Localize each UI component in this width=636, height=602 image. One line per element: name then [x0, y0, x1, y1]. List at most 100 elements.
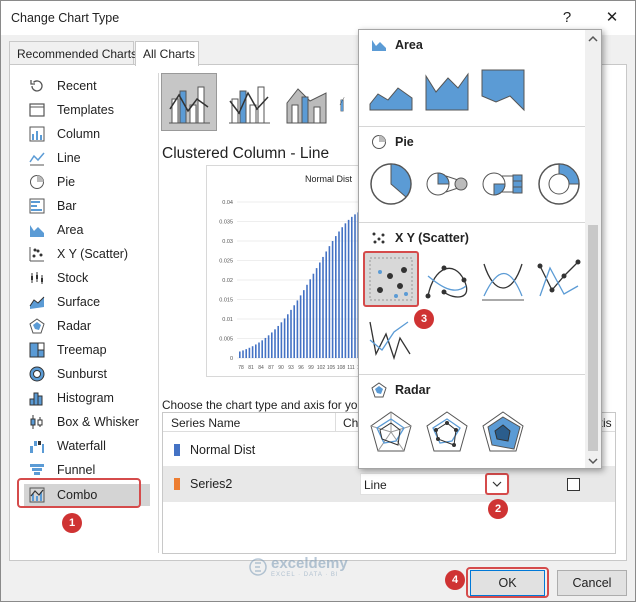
preview-y-tick: 0.025 [219, 259, 233, 265]
preview-x-tick: 102 [317, 365, 326, 371]
preview-bar [328, 246, 331, 358]
chevron-down-icon[interactable] [485, 473, 509, 495]
sidebar-item-recent[interactable]: Recent [24, 75, 150, 97]
preview-bar [293, 305, 295, 358]
thumb-stacked-area[interactable] [420, 62, 474, 116]
section-divider [359, 126, 587, 127]
preview-bar [251, 346, 254, 358]
sidebar-item-label: Templates [57, 103, 114, 117]
sidebar-item-label: Column [57, 127, 101, 141]
tab-recommended-charts[interactable]: Recommended Charts [9, 41, 137, 65]
preview-y-tick: 0.03 [222, 239, 233, 245]
scroll-up-icon[interactable] [585, 32, 601, 46]
preview-bar [258, 342, 260, 358]
thumb-doughnut[interactable] [532, 157, 586, 211]
preview-bar [341, 227, 343, 358]
section-header-pie: Pie [371, 134, 414, 150]
waterfall-chart-icon [28, 438, 46, 454]
sidebar-item-label: Line [57, 151, 81, 165]
thumb-bar-of-pie[interactable] [476, 157, 530, 211]
watermark-sub: EXCEL · DATA · BI [271, 572, 339, 578]
thumb-100-stacked-area[interactable] [476, 62, 530, 116]
preview-x-tick: 87 [268, 365, 274, 371]
sidebar-item-label: Surface [57, 295, 101, 309]
sidebar-item-bar[interactable]: Bar [24, 195, 150, 217]
sidebar-item-sunburst[interactable]: Sunburst [24, 363, 150, 385]
thumb-clustered-column-line[interactable] [161, 73, 217, 131]
sidebar-item-waterfall[interactable]: Waterfall [24, 435, 150, 457]
ok-button[interactable]: OK [470, 570, 545, 596]
preview-bar [331, 240, 334, 358]
surface-chart-icon [28, 294, 46, 310]
sidebar-item-pie[interactable]: Pie [24, 171, 150, 193]
thumb-clustered-column-line-secondary[interactable] [221, 73, 277, 131]
thumb-stacked-area-clustered-column[interactable] [279, 73, 335, 131]
preview-bar [347, 219, 350, 358]
thumb-filled-radar[interactable] [476, 405, 530, 459]
preview-bar [239, 351, 241, 358]
preview-bar [354, 214, 356, 358]
thumb-scatter-smooth[interactable] [476, 252, 530, 306]
sidebar-item-surface[interactable]: Surface [24, 291, 150, 313]
scrollbar-thumb[interactable] [588, 225, 598, 451]
thumb-pie[interactable] [364, 157, 418, 211]
sidebar-item-treemap[interactable]: Treemap [24, 339, 150, 361]
bar-chart-icon [28, 198, 46, 214]
sidebar-item-box-whisker[interactable]: Box & Whisker [24, 411, 150, 433]
thumb-custom-combination[interactable] [339, 73, 359, 131]
sidebar-item-label: Recent [57, 79, 97, 93]
preview-x-tick: 105 [327, 365, 336, 371]
sidebar-item-stock[interactable]: Stock [24, 267, 150, 289]
help-button[interactable]: ? [556, 7, 578, 29]
chart-preview: Normal Dist 0.04 0.035 0.03 0.025 0.02 0.015 0… [206, 165, 366, 377]
thumb-radar-markers[interactable] [420, 405, 474, 459]
scatter-chart-icon [372, 232, 385, 244]
choose-chart-type-label: Choose the chart type and axis for you [162, 398, 364, 412]
series-color-swatch [174, 478, 180, 490]
sidebar-divider [158, 73, 159, 553]
preview-y-tick: 0.035 [219, 220, 233, 226]
sidebar-item-label: Stock [57, 271, 89, 285]
popup-scrollbar[interactable] [585, 30, 601, 468]
header-series-name: Series Name [171, 416, 241, 430]
preview-bar [303, 290, 305, 358]
section-header-scatter: X Y (Scatter) [371, 230, 469, 246]
preview-x-tick: 99 [308, 365, 314, 371]
thumb-radar[interactable] [364, 405, 418, 459]
sidebar-item-label: Treemap [57, 343, 107, 357]
preview-bar [319, 262, 321, 358]
thumb-scatter[interactable] [363, 251, 419, 307]
table-row: Series2 Line [163, 466, 615, 502]
cancel-button[interactable]: Cancel [557, 570, 627, 596]
thumb-pie-of-pie[interactable] [420, 157, 474, 211]
sidebar-item-label: Pie [57, 175, 76, 189]
sidebar-item-histogram[interactable]: Histogram [24, 387, 150, 409]
close-button[interactable]: ✕ [601, 7, 623, 29]
sidebar-item-label: Area [57, 223, 84, 237]
recent-icon [28, 78, 46, 94]
line-chart-icon [28, 150, 46, 166]
scatter-chart-icon [28, 246, 46, 262]
funnel-chart-icon [28, 462, 46, 478]
sidebar-item-line[interactable]: Line [24, 147, 150, 169]
secondary-axis-checkbox[interactable] [567, 478, 580, 491]
sidebar-item-radar[interactable]: Radar [24, 315, 150, 337]
sidebar-item-xy-scatter[interactable]: X Y (Scatter) [24, 243, 150, 265]
section-label: X Y (Scatter) [395, 231, 469, 245]
sidebar-item-label: Radar [57, 319, 92, 333]
scroll-down-icon[interactable] [585, 454, 601, 468]
series-color-swatch [174, 444, 180, 456]
chart-type-dropdown[interactable]: Line [360, 473, 510, 495]
tab-all-charts[interactable]: All Charts [135, 41, 199, 66]
sidebar-item-column[interactable]: Column [24, 123, 150, 145]
thumb-area[interactable] [364, 62, 418, 116]
thumb-scatter-smooth-markers[interactable] [420, 252, 474, 306]
preview-bar [264, 337, 267, 358]
sidebar-item-label: Sunburst [57, 367, 108, 381]
thumb-scatter-straight[interactable] [364, 310, 418, 364]
templates-icon [28, 102, 46, 118]
sidebar-item-templates[interactable]: Templates [24, 99, 150, 121]
sidebar-item-area[interactable]: Area [24, 219, 150, 241]
thumb-scatter-straight-markers[interactable] [532, 252, 586, 306]
chart-subtype-title: Clustered Column - Line [162, 145, 330, 162]
